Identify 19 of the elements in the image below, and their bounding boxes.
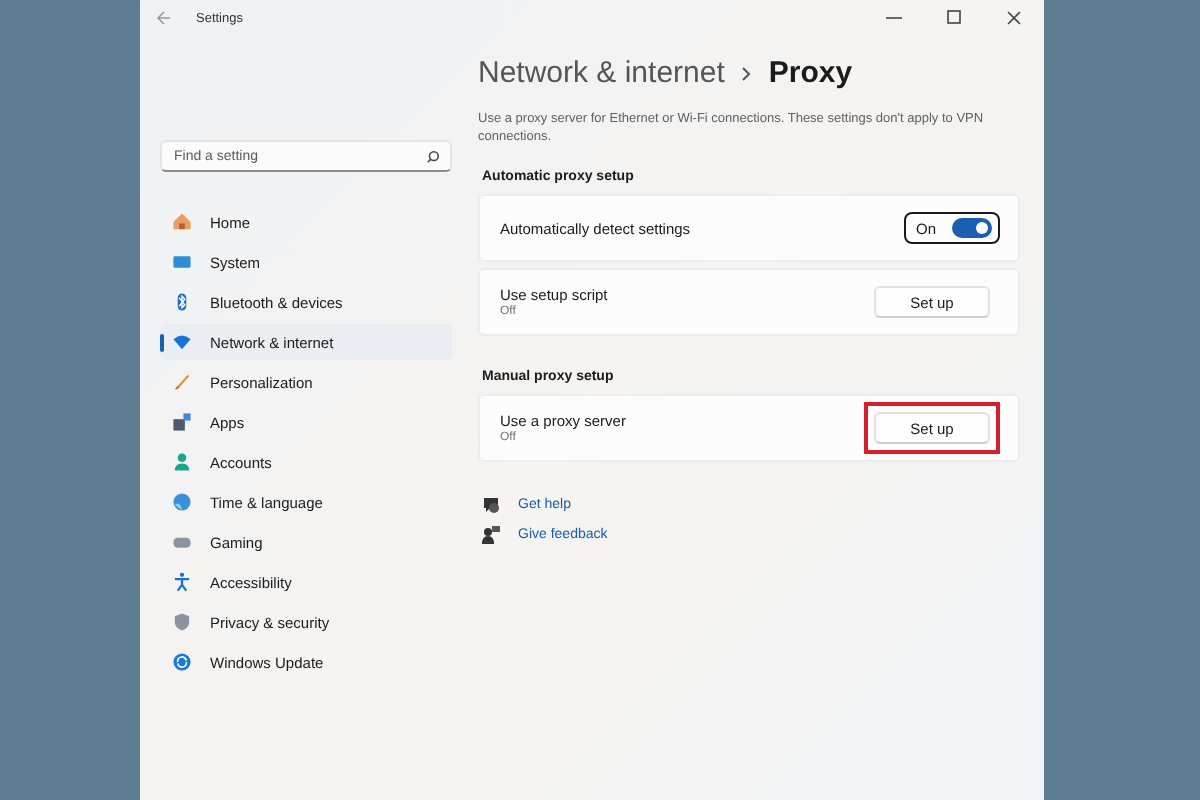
page-title: Proxy	[768, 56, 853, 90]
feedback-icon	[482, 526, 500, 545]
back-icon[interactable]	[156, 10, 172, 26]
breadcrumb-parent[interactable]: Network & internet	[478, 56, 725, 90]
chevron-icon	[740, 65, 753, 81]
nav-icon	[172, 372, 192, 392]
nav-icon	[172, 532, 192, 552]
nav-icon	[172, 612, 192, 632]
nav-icon	[172, 292, 192, 312]
nav-icon	[172, 652, 192, 672]
help-icon	[482, 496, 500, 515]
nav-icon	[172, 492, 192, 512]
nav-icon	[172, 412, 192, 432]
nav-icon	[172, 332, 192, 352]
nav-icon	[172, 572, 192, 592]
search-icon	[426, 149, 440, 163]
nav-icon	[172, 252, 192, 272]
nav-icon	[172, 212, 192, 232]
nav-icon	[172, 452, 192, 472]
